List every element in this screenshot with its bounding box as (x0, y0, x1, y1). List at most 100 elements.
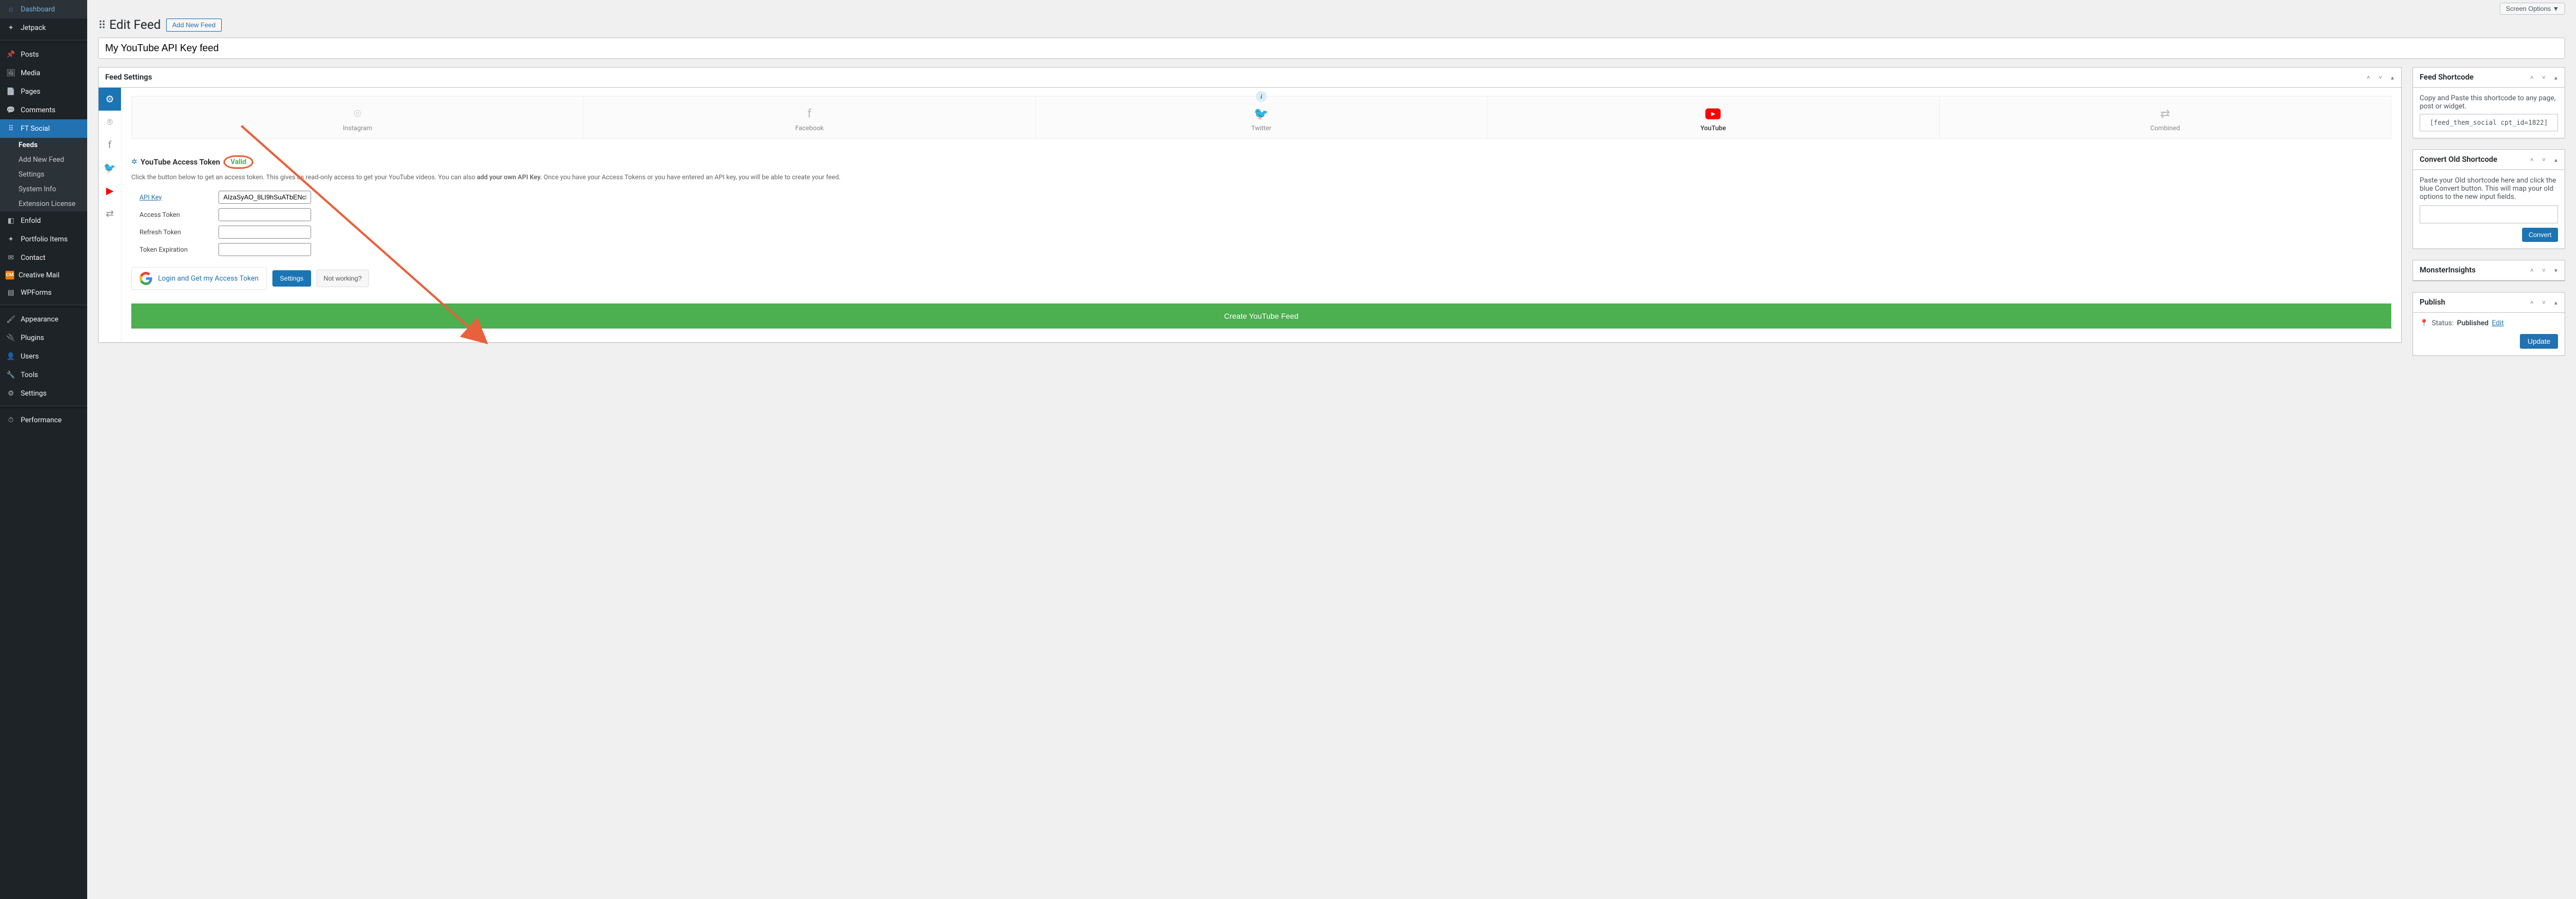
create-youtube-feed-button[interactable]: Create YouTube Feed (131, 303, 2391, 329)
feed-type-label: Combined (1945, 124, 2385, 132)
panel-move-up-icon[interactable]: ˄ (2526, 263, 2538, 278)
refresh-token-input[interactable] (218, 226, 311, 239)
sidebar-item-creative-mail[interactable]: CMCreative Mail (0, 267, 87, 283)
sidebar-item-comments[interactable]: 💬Comments (0, 101, 87, 119)
token-title: YouTube Access Token (141, 158, 220, 167)
feed-title-input[interactable] (98, 38, 2565, 59)
sidebar-item-portfolio[interactable]: ✦Portfolio Items (0, 230, 87, 248)
sidebar-item-label: Settings (21, 390, 46, 398)
feed-type-youtube[interactable]: ▶ YouTube (1487, 96, 1939, 138)
sidebar-item-appearance[interactable]: 🖌Appearance (0, 310, 87, 329)
panel-toggle-icon[interactable]: ▴ (2550, 295, 2562, 310)
panel-toggle-icon[interactable]: ▴ (2386, 70, 2398, 85)
sidebar-item-jetpack[interactable]: ✦Jetpack (0, 19, 87, 37)
submenu-system-info[interactable]: System Info (0, 182, 87, 197)
token-expiration-input[interactable] (218, 243, 311, 256)
tab-gear[interactable]: ⚙ (99, 88, 121, 111)
sidebar-item-dashboard[interactable]: ⌂Dashboard (0, 0, 87, 19)
comment-icon: 💬 (5, 105, 16, 116)
sidebar-item-users[interactable]: 👤Users (0, 347, 87, 366)
api-key-label-link[interactable]: API Key (139, 193, 162, 201)
submenu-add-new-feed[interactable]: Add New Feed (0, 153, 87, 167)
sidebar-item-performance[interactable]: ⏱Performance (0, 411, 87, 429)
tab-facebook[interactable]: f (99, 133, 121, 156)
info-icon[interactable]: i (1256, 91, 1267, 102)
facebook-icon: f (108, 139, 111, 151)
youtube-icon: ▶ (1493, 106, 1933, 122)
publish-status-label: Status: (2432, 319, 2453, 327)
facebook-icon: f (589, 106, 1029, 122)
api-key-input[interactable] (218, 191, 311, 204)
monsterinsights-metabox: MonsterInsights ˄ ˅ ▾ (2413, 260, 2565, 281)
token-settings-button[interactable]: Settings (272, 270, 311, 287)
panel-move-up-icon[interactable]: ˄ (2362, 70, 2374, 85)
sidebar-item-label: System Info (19, 185, 56, 193)
sidebar-item-tools[interactable]: 🔧Tools (0, 366, 87, 384)
contact-icon: ✉ (5, 252, 16, 263)
screen-options-button[interactable]: Screen Options ▼ (2500, 3, 2565, 15)
access-token-input[interactable] (218, 208, 311, 221)
pin-icon: 📌 (5, 49, 16, 60)
media-icon: 🖼 (5, 68, 16, 78)
submenu-settings[interactable]: Settings (0, 167, 87, 182)
sidebar-item-wpforms[interactable]: ▤ WPForms (0, 283, 87, 302)
sidebar-item-posts[interactable]: 📌Posts (0, 45, 87, 64)
panel-toggle-icon[interactable]: ▾ (2550, 263, 2562, 278)
feed-settings-title: Feed Settings (99, 68, 159, 87)
tab-youtube[interactable]: ▶ (99, 179, 121, 202)
feed-shortcode-value[interactable]: [feed_them_social cpt_id=1822] (2420, 114, 2558, 131)
panel-move-down-icon[interactable]: ˅ (2538, 70, 2550, 85)
tab-instagram[interactable]: ⌾ (99, 111, 121, 133)
not-working-button[interactable]: Not working? (317, 270, 369, 287)
feed-type-instagram[interactable]: ⌾ Instagram (132, 96, 584, 138)
feed-type-label: YouTube (1493, 124, 1933, 132)
enfold-icon: ◧ (5, 215, 16, 226)
sidebar-item-settings[interactable]: ⚙Settings (0, 384, 87, 403)
feed-type-twitter[interactable]: 🐦 Twitter (1036, 96, 1487, 138)
wpforms-icon: ▤ (5, 287, 16, 298)
gauge-icon: ⏱ (5, 415, 16, 426)
token-valid-badge: Valid (223, 155, 253, 169)
sidebar-item-label: Add New Feed (19, 156, 64, 164)
twitter-icon: 🐦 (104, 162, 116, 174)
publish-edit-link[interactable]: Edit (2492, 319, 2504, 327)
sidebar-item-plugins[interactable]: 🔌Plugins (0, 329, 87, 347)
panel-move-down-icon[interactable]: ˅ (2538, 152, 2550, 167)
jetpack-icon: ✦ (5, 22, 16, 33)
update-button[interactable]: Update (2520, 334, 2558, 349)
submenu-extension-license[interactable]: Extension License (0, 197, 87, 211)
sidebar-item-label: Media (21, 69, 40, 77)
panel-move-up-icon[interactable]: ˄ (2526, 295, 2538, 310)
sidebar-item-contact[interactable]: ✉Contact (0, 248, 87, 267)
sidebar-item-ft-social[interactable]: ⠿FT Social (0, 119, 87, 138)
panel-move-down-icon[interactable]: ˅ (2538, 295, 2550, 310)
dashboard-icon: ⌂ (5, 4, 16, 15)
gear-icon: ✲ (131, 158, 137, 166)
feed-type-combined[interactable]: ⇄ Combined (1940, 96, 2391, 138)
feed-shortcode-desc: Copy and Paste this shortcode to any pag… (2420, 94, 2558, 111)
sidebar-item-label: Creative Mail (19, 271, 59, 280)
google-login-button[interactable]: Login and Get my Access Token (131, 267, 267, 290)
tab-twitter[interactable]: 🐦 (99, 156, 121, 179)
sidebar-item-label: WPForms (21, 289, 52, 297)
sidebar-item-label: Users (21, 353, 39, 361)
gear-icon: ⚙ (105, 94, 114, 105)
convert-button[interactable]: Convert (2522, 228, 2558, 242)
publish-metabox: Publish ˄ ˅ ▴ 📍 Status: Published Edit (2413, 292, 2565, 356)
sidebar-item-label: Portfolio Items (21, 235, 68, 244)
panel-toggle-icon[interactable]: ▴ (2550, 152, 2562, 167)
panel-move-up-icon[interactable]: ˄ (2526, 70, 2538, 85)
panel-move-up-icon[interactable]: ˄ (2526, 152, 2538, 167)
feed-type-facebook[interactable]: f Facebook (584, 96, 1035, 138)
panel-move-down-icon[interactable]: ˅ (2374, 70, 2386, 85)
panel-toggle-icon[interactable]: ▴ (2550, 70, 2562, 85)
convert-old-input[interactable] (2420, 205, 2558, 223)
sidebar-item-media[interactable]: 🖼 Media (0, 64, 87, 82)
submenu-feeds[interactable]: Feeds (0, 138, 87, 153)
sidebar-item-enfold[interactable]: ◧Enfold (0, 211, 87, 230)
admin-sidebar: ⌂Dashboard ✦Jetpack 📌Posts 🖼 Media 📄Pages… (0, 0, 87, 899)
add-new-feed-button[interactable]: Add New Feed (166, 19, 221, 32)
tab-combined[interactable]: ⇄ (99, 202, 121, 225)
sidebar-item-pages[interactable]: 📄Pages (0, 82, 87, 101)
panel-move-down-icon[interactable]: ˅ (2538, 263, 2550, 278)
